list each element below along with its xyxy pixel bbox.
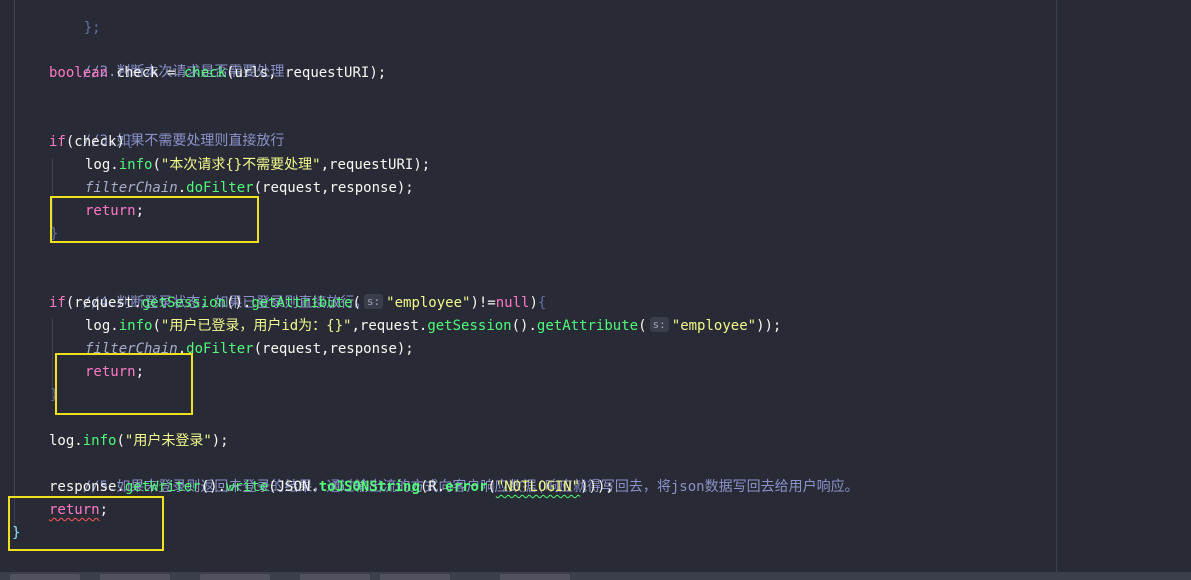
code-function: toJSONString bbox=[318, 479, 420, 495]
code-token: check = bbox=[108, 65, 184, 81]
code-string: "本次请求{}不需要处理" bbox=[160, 157, 321, 173]
code-token: log bbox=[85, 157, 111, 173]
parameter-hint: s: bbox=[363, 294, 384, 309]
parameter-hint: s: bbox=[649, 317, 669, 332]
code-function: getSession bbox=[427, 318, 512, 334]
code-function: doFilter bbox=[186, 341, 254, 357]
code-line: }; bbox=[50, 0, 101, 36]
code-line: if(request.getSession().getAttribute(s: "… bbox=[49, 292, 546, 315]
code-token: }; bbox=[83, 20, 101, 36]
tool-window-tab[interactable] bbox=[300, 574, 370, 580]
code-keyword: boolean bbox=[49, 65, 109, 81]
code-string: "用户未登录" bbox=[124, 433, 212, 449]
code-token: (). bbox=[200, 479, 227, 495]
code-line: if(check){ bbox=[49, 131, 133, 154]
code-token: (). bbox=[226, 295, 252, 311]
code-string: "employee" bbox=[671, 318, 757, 334]
code-function: getSession bbox=[141, 295, 227, 311]
code-editor[interactable]: }; //2.判断本次请求是否需要处理 boolean check = chec… bbox=[0, 0, 1056, 572]
code-token: (). bbox=[511, 318, 537, 334]
tool-window-tab[interactable] bbox=[380, 574, 450, 580]
code-line: boolean check = check(urls, requestURI); bbox=[49, 62, 386, 85]
code-string: "NOTLOGIN" bbox=[495, 479, 581, 495]
highlight-box bbox=[50, 196, 259, 243]
code-keyword: if bbox=[49, 134, 66, 150]
code-token: . bbox=[436, 479, 446, 495]
code-token: (check) bbox=[65, 134, 125, 150]
highlight-box bbox=[8, 496, 164, 551]
tool-window-tab[interactable] bbox=[10, 574, 80, 580]
highlight-box bbox=[55, 353, 193, 415]
code-function: info bbox=[82, 433, 117, 449]
code-keyword: null bbox=[495, 295, 530, 311]
code-line: log.info("用户未登录"); bbox=[49, 430, 229, 453]
code-token: ( bbox=[152, 157, 161, 173]
indent-guide bbox=[14, 0, 15, 530]
code-token: . bbox=[310, 479, 319, 495]
code-function: doFilter bbox=[186, 180, 254, 196]
tool-window-tab[interactable] bbox=[200, 574, 270, 580]
code-token: (request,response); bbox=[253, 180, 414, 196]
code-token: . bbox=[110, 157, 119, 173]
code-token: R bbox=[428, 479, 437, 495]
code-line: log.info("本次请求{}不需要处理",requestURI); bbox=[85, 154, 430, 177]
editor-right-gutter bbox=[1056, 0, 1191, 572]
code-token: log bbox=[49, 433, 75, 449]
code-function: error bbox=[445, 479, 488, 495]
code-token: { bbox=[537, 295, 547, 311]
code-token: ( bbox=[352, 295, 361, 311]
tool-window-tab[interactable] bbox=[500, 574, 570, 580]
code-token: (request,response); bbox=[253, 341, 414, 357]
code-line: //2.判断本次请求是否需要处理 bbox=[49, 38, 285, 80]
code-string: "用户已登录，用户id为：{}" bbox=[160, 318, 352, 334]
code-token: . bbox=[110, 318, 119, 334]
code-token: ( bbox=[116, 433, 125, 449]
code-function: info bbox=[118, 157, 153, 173]
code-line: //3.如果不需要处理则直接放行 bbox=[49, 107, 285, 149]
code-token: log bbox=[85, 318, 111, 334]
code-token: filterChain bbox=[85, 180, 178, 196]
code-token: ) bbox=[529, 295, 538, 311]
code-string: "employee" bbox=[386, 295, 471, 311]
code-token: response. bbox=[49, 479, 125, 495]
code-function: write bbox=[226, 479, 269, 495]
code-token: ))); bbox=[580, 479, 614, 495]
code-function: info bbox=[118, 318, 153, 334]
code-line: //5.如果未登录则返回未登录的结果，通过输出流的方式向客户响应数据(响应就得写… bbox=[49, 453, 859, 495]
code-token: . bbox=[177, 180, 187, 196]
code-keyword: if bbox=[49, 295, 66, 311]
code-token: JSON bbox=[276, 479, 311, 495]
code-token: (request. bbox=[65, 295, 142, 311]
code-token: ( bbox=[152, 318, 161, 334]
code-token: ( bbox=[487, 479, 496, 495]
code-token: ,request. bbox=[351, 318, 428, 334]
code-line: //4.判断登录状态，如果已登录则直接放行。 bbox=[49, 269, 369, 311]
code-token: ); bbox=[211, 433, 229, 449]
code-function: getAttribute bbox=[251, 295, 353, 311]
code-token: ( bbox=[268, 479, 277, 495]
code-token: { bbox=[124, 134, 134, 150]
code-token: )!= bbox=[470, 295, 496, 311]
code-token: ,requestURI); bbox=[320, 157, 431, 173]
code-line: log.info("用户已登录，用户id为：{}",request.getSes… bbox=[85, 315, 781, 338]
code-function: check bbox=[183, 65, 227, 81]
bottom-tool-strip bbox=[0, 572, 1191, 580]
code-token: (urls, requestURI); bbox=[226, 65, 387, 81]
tool-window-tab[interactable] bbox=[100, 574, 170, 580]
code-token: . bbox=[74, 433, 83, 449]
code-token: )); bbox=[756, 318, 782, 334]
code-function: getWriter bbox=[124, 479, 201, 495]
code-function: getAttribute bbox=[536, 318, 639, 334]
code-token: ( bbox=[638, 318, 647, 334]
